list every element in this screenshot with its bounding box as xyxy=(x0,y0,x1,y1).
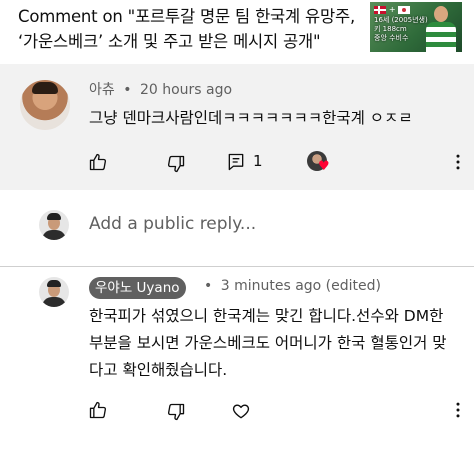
comment-meta: 아츄 • 20 hours ago xyxy=(89,79,232,99)
thumbnail-line-age: 16세 (2005년생) xyxy=(374,16,428,24)
meta-separator: • xyxy=(123,82,132,98)
thumbnail-caption: 16세 (2005년생) 키 188cm 중앙 수비수 xyxy=(374,16,428,43)
denmark-flag-icon xyxy=(374,5,386,14)
video-header: Comment on "포르투갈 명문 팀 한국계 유망주, ‘가운스베크’ 소… xyxy=(0,0,474,64)
video-title[interactable]: Comment on "포르투갈 명문 팀 한국계 유망주, ‘가운스베크’ 소… xyxy=(18,4,368,54)
highlighted-comment: 아츄 • 20 hours ago 그냥 덴마크사람인데ㅋㅋㅋㅋㅋㅋㅋ한국계 ㅇ… xyxy=(0,64,474,190)
heart-button[interactable] xyxy=(229,399,253,423)
korea-flag-icon xyxy=(398,5,411,14)
dislike-button[interactable] xyxy=(164,400,188,424)
reply-meta: • 3 minutes ago (edited) xyxy=(200,278,381,294)
comment-actions: 1 ♥ xyxy=(0,146,474,178)
reply-button[interactable] xyxy=(224,150,248,174)
reply-composer xyxy=(0,190,474,267)
reply-timestamp[interactable]: 3 minutes ago (edited) xyxy=(221,278,381,294)
reply-author-badge[interactable]: 우야노 Uyano xyxy=(89,277,186,299)
like-button[interactable] xyxy=(86,150,110,174)
avatar[interactable] xyxy=(20,80,70,130)
meta-separator: • xyxy=(204,278,213,294)
like-button[interactable] xyxy=(86,398,110,422)
dislike-button[interactable] xyxy=(164,152,188,176)
flags-icon: + xyxy=(374,5,411,15)
more-options-button[interactable] xyxy=(446,150,470,174)
heart-icon: ♥ xyxy=(318,159,330,174)
reply-comment: 우야노 Uyano • 3 minutes ago (edited) 한국피가 … xyxy=(0,267,474,449)
thumbs-down-icon xyxy=(167,155,185,173)
thumbnail-line-height: 키 188cm xyxy=(374,25,407,33)
reply-count[interactable]: 1 xyxy=(253,152,263,170)
current-user-avatar xyxy=(39,210,69,240)
avatar[interactable] xyxy=(39,277,69,307)
player-image xyxy=(424,4,458,52)
reply-comment-icon xyxy=(228,153,244,171)
comment-author[interactable]: 아츄 xyxy=(89,82,115,98)
thumbs-down-icon xyxy=(167,403,185,421)
reply-input[interactable] xyxy=(89,214,449,234)
more-vertical-icon xyxy=(456,154,460,170)
thumbs-up-icon xyxy=(89,401,107,419)
thumbs-up-icon xyxy=(89,153,107,171)
creator-heart-badge: ♥ xyxy=(307,151,331,175)
video-thumbnail[interactable]: + 16세 (2005년생) 키 188cm 중앙 수비수 xyxy=(370,2,462,52)
heart-outline-icon xyxy=(232,404,250,419)
comment-text: 그냥 덴마크사람인데ㅋㅋㅋㅋㅋㅋㅋ한국계 ㅇㅈㄹ xyxy=(89,109,413,127)
thumbnail-line-position: 중앙 수비수 xyxy=(374,34,409,42)
more-vertical-icon xyxy=(456,402,460,418)
reply-text: 한국피가 섞였으니 한국계는 맞긴 합니다.선수와 DM한 부분을 보시면 가운… xyxy=(89,307,447,379)
more-options-button[interactable] xyxy=(446,398,470,422)
comment-timestamp[interactable]: 20 hours ago xyxy=(140,82,232,98)
